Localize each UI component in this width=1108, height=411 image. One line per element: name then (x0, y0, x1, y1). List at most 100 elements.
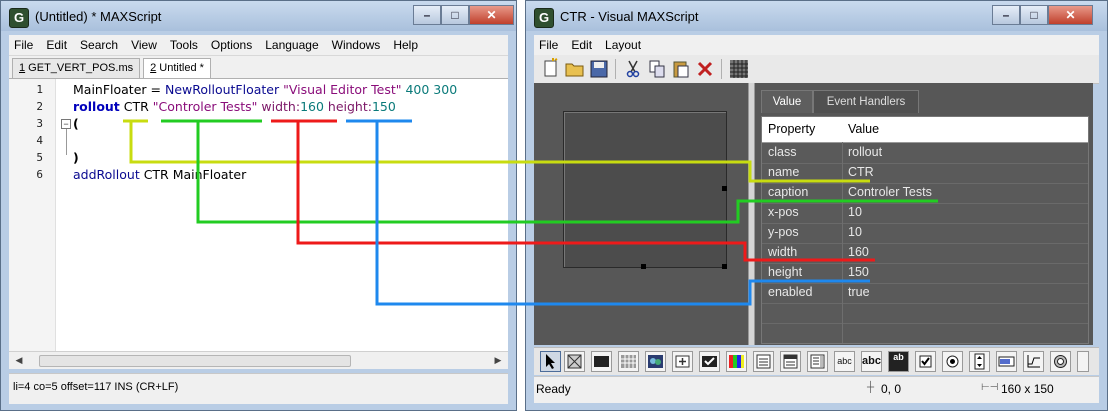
menu-options[interactable]: Options (206, 38, 260, 52)
checkbox-icon[interactable] (915, 351, 936, 372)
palette-more-icon[interactable] (1077, 351, 1089, 372)
maximize-button[interactable]: □ (1020, 5, 1048, 25)
app-icon: G (534, 8, 554, 28)
status-bar: Ready ┼ 0, 0 ⊢⊣ 160 x 150 (534, 376, 1099, 403)
button-control-icon[interactable] (591, 351, 612, 372)
menu-windows[interactable]: Windows (327, 38, 389, 52)
menu-help[interactable]: Help (388, 38, 426, 52)
property-row-class[interactable]: class rollout (762, 143, 1088, 164)
curve-control-icon[interactable] (1023, 351, 1044, 372)
title-bar[interactable]: G (Untitled) * MAXScript – □ ✕ (1, 1, 516, 31)
bitmap-control-icon[interactable] (564, 351, 585, 372)
edittext-icon[interactable]: abc (834, 351, 855, 372)
menu-file[interactable]: File (9, 38, 41, 52)
property-column-header: Property (768, 122, 816, 136)
tab-event-handlers[interactable]: Event Handlers (813, 90, 919, 113)
listbox-icon[interactable] (807, 351, 828, 372)
map-button-icon[interactable] (618, 351, 639, 372)
checkbutton-icon[interactable] (699, 351, 720, 372)
colorpicker-icon[interactable] (726, 351, 747, 372)
new-file-icon[interactable] (540, 58, 562, 80)
paste-icon[interactable] (670, 58, 692, 80)
menu-edit[interactable]: Edit (566, 38, 600, 52)
scroll-thumb[interactable] (39, 355, 351, 367)
close-button[interactable]: ✕ (469, 5, 514, 25)
delete-icon[interactable] (694, 58, 716, 80)
code-token: 150 (371, 99, 396, 114)
toolbar-separator (615, 59, 616, 79)
tab-label: GET_VERT_POS.ms (25, 62, 134, 74)
maximize-button[interactable]: □ (441, 5, 469, 25)
design-canvas[interactable] (534, 83, 754, 345)
grid-icon[interactable] (728, 58, 750, 80)
dropdownlist-icon[interactable] (780, 351, 801, 372)
property-name: enabled (768, 285, 813, 299)
code-token: CTR (119, 99, 153, 114)
pointer-icon[interactable] (540, 351, 561, 372)
progressbar-icon[interactable] (996, 351, 1017, 372)
copy-icon[interactable] (646, 58, 668, 80)
scroll-right-icon[interactable]: ▶ (490, 353, 506, 368)
window-title: (Untitled) * MAXScript (35, 9, 162, 24)
property-row-y-pos[interactable]: y-pos 10 (762, 223, 1088, 244)
panel-splitter[interactable] (748, 83, 755, 345)
horizontal-scrollbar[interactable]: ◀ ▶ (9, 351, 508, 369)
resize-handle[interactable] (641, 264, 646, 269)
code-token: "Controler Tests" (152, 99, 258, 114)
menu-edit[interactable]: Edit (41, 38, 75, 52)
angle-control-icon[interactable] (1050, 351, 1071, 372)
line-number: 4 (36, 134, 43, 147)
menu-file[interactable]: File (534, 38, 566, 52)
property-row-x-pos[interactable]: x-pos 10 (762, 203, 1088, 224)
spinner-icon[interactable] (969, 351, 990, 372)
minimize-button[interactable]: – (413, 5, 441, 25)
groupbox-icon[interactable]: ab (888, 351, 909, 372)
line-number: 5 (36, 151, 43, 164)
property-name: caption (768, 185, 809, 199)
save-icon[interactable] (588, 58, 610, 80)
property-value: 10 (848, 225, 862, 239)
property-row-name[interactable]: name CTR (762, 163, 1088, 184)
line-number: 6 (36, 168, 43, 181)
minimize-button[interactable]: – (992, 5, 1020, 25)
toolbar-separator (721, 59, 722, 79)
fold-collapse-icon[interactable]: − (61, 119, 71, 129)
material-button-icon[interactable] (645, 351, 666, 372)
cut-icon[interactable] (622, 58, 644, 80)
title-bar[interactable]: G CTR - Visual MAXScript – □ ✕ (526, 1, 1107, 31)
tab-value[interactable]: Value (761, 90, 813, 113)
menu-layout[interactable]: Layout (600, 38, 649, 52)
property-row-width[interactable]: width 160 (762, 243, 1088, 264)
menu-view[interactable]: View (126, 38, 165, 52)
scroll-left-icon[interactable]: ◀ (11, 353, 27, 368)
maxscript-editor-window: G (Untitled) * MAXScript – □ ✕ File Edit… (0, 0, 517, 411)
tab-get-vert-pos[interactable]: 1 GET_VERT_POS.ms (12, 58, 141, 78)
tab-untitled[interactable]: 2 Untitled * (143, 58, 211, 78)
menu-tools[interactable]: Tools (165, 38, 206, 52)
label-icon[interactable]: abc (861, 351, 882, 372)
property-name: name (768, 165, 800, 179)
property-value: 10 (848, 205, 862, 219)
code-line-6: addRollout CTR MainFloater (73, 167, 246, 182)
pick-button-icon[interactable] (672, 351, 693, 372)
property-name: width (768, 245, 798, 259)
radiobuttons-icon[interactable] (942, 351, 963, 372)
property-row-height[interactable]: height 150 (762, 263, 1088, 284)
property-row-enabled[interactable]: enabled true (762, 283, 1088, 304)
rollout-preview[interactable] (563, 111, 727, 268)
code-token: rollout (73, 99, 120, 114)
property-value: 160 (848, 245, 869, 259)
property-row-caption[interactable]: caption Controler Tests (762, 183, 1088, 204)
property-value: rollout (848, 145, 883, 159)
combobox-icon[interactable] (753, 351, 774, 372)
open-folder-icon[interactable] (564, 58, 586, 80)
menu-search[interactable]: Search (75, 38, 126, 52)
resize-handle[interactable] (722, 186, 727, 191)
menu-language[interactable]: Language (260, 38, 326, 52)
status-ready: Ready (536, 382, 571, 396)
position-icon: ┼ (867, 382, 875, 393)
code-editor[interactable]: 1 2 3 4 5 6 − MainFloater = NewRolloutFl… (9, 79, 508, 351)
close-button[interactable]: ✕ (1048, 5, 1093, 25)
visual-maxscript-window: G CTR - Visual MAXScript – □ ✕ File Edit… (525, 0, 1108, 411)
resize-handle[interactable] (722, 264, 727, 269)
